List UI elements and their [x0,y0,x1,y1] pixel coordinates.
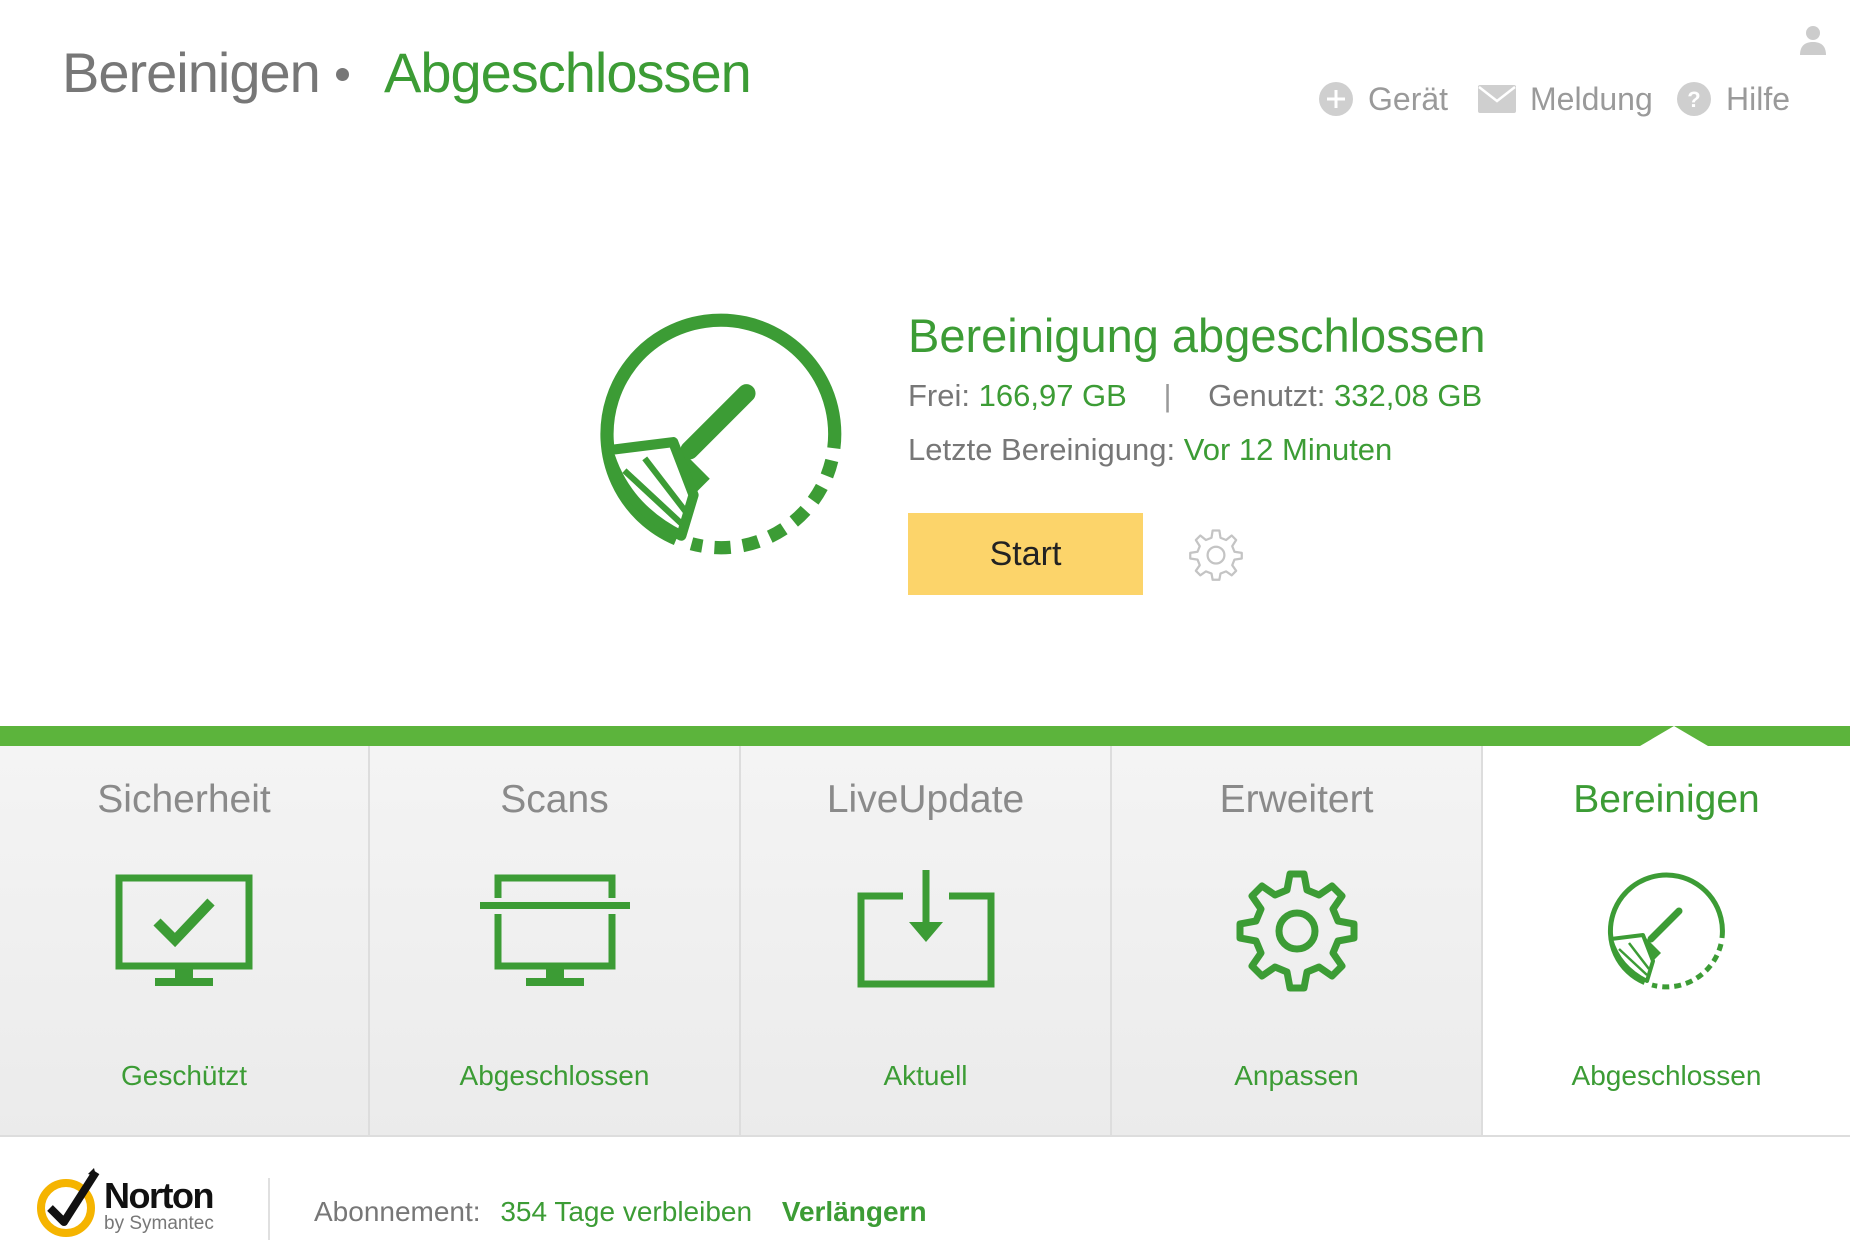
gear-icon [1236,870,1357,992]
tab-name: Sicherheit [97,778,271,821]
broom-icon [1607,872,1725,990]
stats-separator: | [1163,378,1172,413]
page-status: Abgeschlossen [384,41,752,104]
subscription-label: Abonnement: [314,1196,481,1227]
tab-status: Abgeschlossen [1571,1060,1762,1091]
page-title: Bereinigen [62,41,321,104]
tab-scans[interactable]: Scans Abgeschlossen [370,746,741,1136]
norton-logo-icon [37,1168,100,1237]
tab-indicator-bar [0,726,1850,746]
tab-advanced[interactable]: Erweitert Anpassen [1112,746,1483,1136]
tab-name: Bereinigen [1573,778,1760,821]
plus-circle-icon [1319,82,1353,116]
nav-help[interactable]: ? Hilfe [1676,78,1790,120]
tab-status: Anpassen [1234,1060,1359,1091]
used-value: 332,08 GB [1333,378,1483,413]
svg-text:?: ? [1687,87,1700,112]
last-cleanup-value: Vor 12 Minuten [1183,432,1393,467]
question-circle-icon: ? [1677,82,1711,116]
nav-device-label: Gerät [1368,80,1449,117]
tab-cleanup[interactable]: Bereinigen Abgeschlossen [1483,746,1850,1136]
start-button[interactable]: Start [908,513,1143,595]
broom-icon [600,313,842,555]
tab-name: Erweitert [1219,778,1374,821]
free-value: 166,97 GB [978,378,1127,413]
download-tray-icon [857,870,994,988]
monitor-check-icon [115,874,253,986]
nav-help-label: Hilfe [1726,80,1791,117]
tab-status: Abgeschlossen [459,1060,650,1091]
subscription-value: 354 Tage verbleiben [500,1196,753,1227]
used-label: Genutzt: [1208,378,1326,413]
tab-security[interactable]: Sicherheit Geschützt [0,746,370,1136]
disk-stats: Frei: 166,97 GB | Genutzt: 332,08 GB [908,374,1482,418]
nav-device[interactable]: Gerät [1318,78,1448,120]
brand-name: Norton [104,1175,214,1216]
title-separator-dot [336,68,349,81]
tab-name: LiveUpdate [826,778,1025,821]
free-label: Frei: [908,378,970,413]
tab-name: Scans [500,778,609,821]
tabs-bottom-divider [0,1135,1850,1137]
settings-gear-icon[interactable] [1188,526,1244,582]
nav-message-label: Meldung [1530,80,1653,117]
tab-strip: Sicherheit Geschützt Scans Abgeschlossen… [0,746,1850,1136]
last-cleanup: Letzte Bereinigung: Vor 12 Minuten [908,428,1392,472]
footer-divider [268,1178,270,1240]
renew-link[interactable]: Verlängern [782,1196,927,1227]
tab-liveupdate[interactable]: LiveUpdate Aktuell [741,746,1112,1136]
brand-sub: by Symantec [104,1213,214,1234]
last-cleanup-label: Letzte Bereinigung: [908,432,1176,467]
active-tab-notch [1640,726,1708,746]
nav-message[interactable]: Meldung [1478,78,1653,120]
monitor-scan-icon [479,874,630,986]
cleanup-title: Bereinigung abgeschlossen [908,309,1486,362]
envelope-icon [1478,85,1516,113]
subscription-info: Abonnement: 354 Tage verbleiben Verlänge… [314,1192,927,1232]
user-icon[interactable] [1798,24,1828,56]
tab-status: Geschützt [120,1060,248,1091]
tab-status: Aktuell [883,1060,968,1091]
